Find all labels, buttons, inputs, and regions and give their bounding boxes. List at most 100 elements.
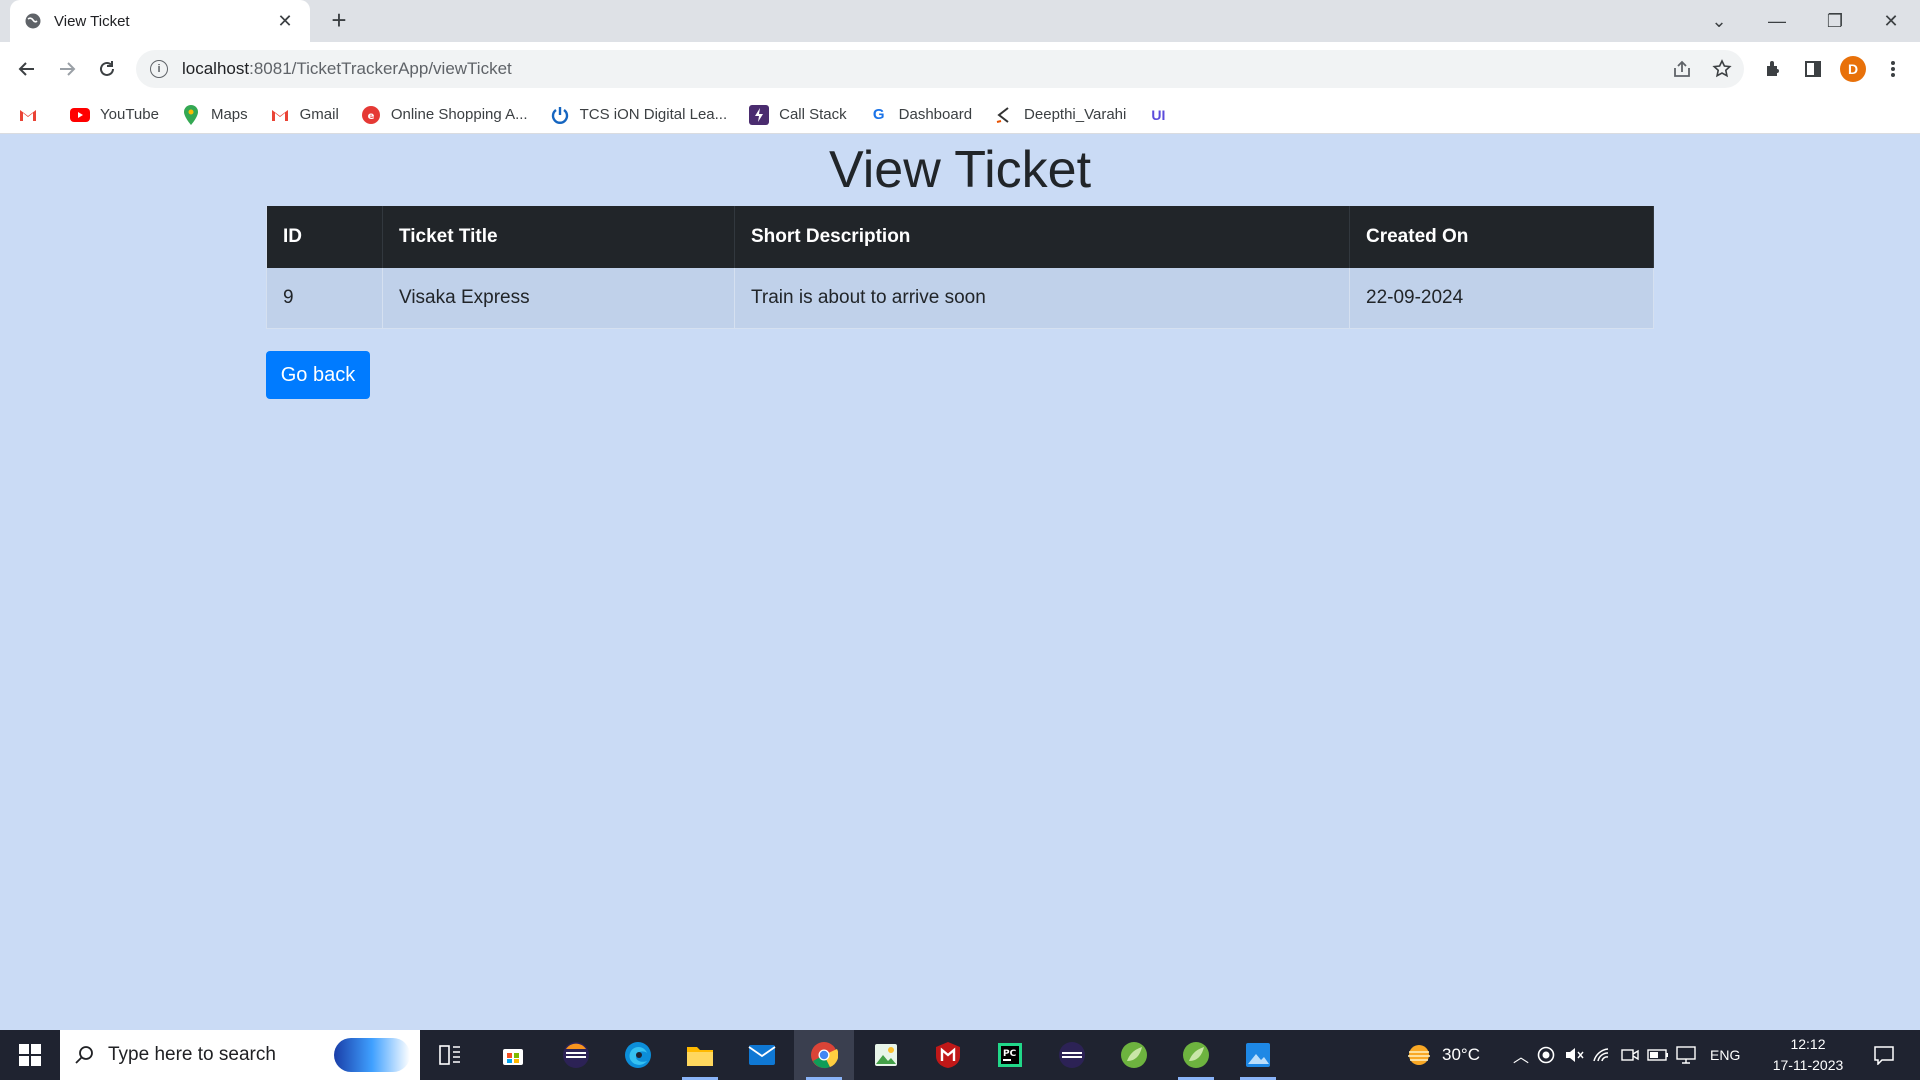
weather-temperature: 30°C [1442,1045,1480,1064]
notifications-icon[interactable] [1864,1030,1904,1080]
restore-button[interactable]: ❐ [1806,0,1864,42]
bookmark-call-stack[interactable]: Call Stack [749,104,847,125]
page-title: View Ticket [828,141,1092,199]
forward-button[interactable] [50,52,84,86]
photos-icon[interactable] [856,1030,916,1080]
ticket-table: ID Ticket Title Short Description Create… [266,206,1654,329]
tab-title: View Ticket [54,12,130,30]
cell-ticket-title: Visaka Express [382,268,735,329]
bookmark-maps[interactable]: Maps [181,104,248,125]
profile-button[interactable]: D [1836,52,1870,86]
cell-short-description: Train is about to arrive soon [734,268,1350,329]
bookmark-deepthi-varahi[interactable]: Deepthi_Varahi [994,105,1126,125]
reload-icon [100,61,114,76]
bookmark-youtube[interactable]: YouTube [70,105,159,125]
image-viewer-icon[interactable] [1228,1030,1288,1080]
chevron-up-icon[interactable]: ︿ [1510,1043,1532,1067]
tab-close-icon[interactable]: ✕ [274,11,296,32]
spring-tool-icon[interactable] [1104,1030,1164,1080]
taskbar-search[interactable]: Type here to search [60,1030,420,1080]
side-panel-icon[interactable] [1796,52,1830,86]
task-view-icon[interactable] [420,1030,480,1080]
bookmark-tcs-ion[interactable]: TCS iON Digital Lea... [550,105,727,125]
url-host: localhost [182,59,250,78]
tab-search-icon[interactable]: ⌄ [1690,0,1748,42]
pycharm-icon[interactable]: PC [980,1030,1040,1080]
spring-tool-2-icon[interactable] [1166,1030,1226,1080]
svg-text:PC: PC [1003,1049,1017,1059]
address-bar[interactable]: i localhost:8081/TicketTrackerApp/viewTi… [136,50,1744,88]
eclipse-icon[interactable] [546,1030,606,1080]
display-icon[interactable] [1672,1046,1700,1064]
bookmark-gmail[interactable]: Gmail [270,105,339,125]
site-info-icon[interactable]: i [150,60,168,78]
reload-button[interactable] [90,52,124,86]
callstack-icon [749,104,770,125]
bookmark-label: Online Shopping A... [390,106,528,123]
edge-icon[interactable] [608,1030,668,1080]
search-highlight-image [334,1038,410,1072]
column-header-id: ID [266,206,383,268]
search-icon [75,1046,93,1064]
forward-arrow-icon [60,62,76,76]
weather-sun-icon [1408,1045,1430,1065]
chrome-icon[interactable] [794,1030,854,1080]
new-tab-button[interactable]: + [324,6,354,36]
start-button[interactable] [0,1030,60,1080]
bookmark-dashboard[interactable]: G Dashboard [869,105,972,125]
ui-icon: UI [1151,106,1166,123]
battery-icon[interactable] [1644,1049,1672,1061]
pen-icon [994,105,1014,125]
bookmark-label: Gmail [299,106,339,123]
windows-logo-icon [19,1044,41,1066]
meet-now-icon[interactable] [1616,1047,1644,1063]
close-window-button[interactable]: ✕ [1862,0,1920,42]
language-indicator[interactable]: ENG [1710,1047,1740,1063]
globe-icon [24,12,42,30]
share-icon[interactable] [1664,50,1700,88]
bookmark-label: Dashboard [898,106,973,123]
mcafee-icon[interactable] [918,1030,978,1080]
svg-text:e: e [367,111,374,122]
file-explorer-icon[interactable] [670,1030,730,1080]
bookmark-gmail-shortcut[interactable] [18,105,48,125]
column-header-created-on: Created On [1349,206,1654,268]
speaker-muted-icon[interactable] [1560,1047,1588,1063]
cell-created-on: 22-09-2024 [1349,268,1654,329]
page-content: View Ticket ID Ticket Title Short Descri… [0,135,1920,1030]
shopping-icon: e [361,105,381,125]
bookmark-label: Call Stack [779,106,847,123]
eclipse-2-icon[interactable] [1042,1030,1102,1080]
power-icon [550,105,570,125]
record-icon[interactable] [1532,1046,1560,1064]
bookmark-label: Maps [210,106,248,123]
clock-time: 12:12 [1790,1036,1826,1052]
wifi-icon[interactable] [1588,1047,1616,1063]
clock-date: 17-11-2023 [1772,1057,1844,1073]
back-button[interactable] [10,52,44,86]
system-clock[interactable]: 12:12 17-11-2023 [1766,1034,1850,1076]
search-placeholder: Type here to search [108,1044,276,1065]
g-icon: G [872,106,885,123]
column-header-short-description: Short Description [734,206,1350,268]
go-back-button[interactable]: Go back [266,351,370,399]
maps-icon [181,104,201,125]
mail-icon[interactable] [732,1030,792,1080]
bookmark-online-shopping[interactable]: e Online Shopping A... [361,105,528,125]
bookmarks-bar: YouTube Maps Gmail e Online Shopping A..… [0,96,1920,134]
store-icon[interactable] [483,1030,543,1080]
bookmark-ui[interactable]: UI [1148,105,1178,125]
back-arrow-icon [18,62,34,76]
youtube-icon [70,105,90,125]
cell-id: 9 [266,268,383,329]
windows-taskbar: Type here to search PC 30°C ︿ ENG 12:12 … [0,1030,1920,1080]
weather-widget[interactable]: 30°C [1404,1030,1480,1080]
minimize-button[interactable]: — [1748,0,1806,42]
bookmark-star-icon[interactable] [1704,50,1740,88]
menu-kebab-icon[interactable] [1876,52,1910,86]
tab-view-ticket[interactable]: View Ticket ✕ [10,0,310,42]
extensions-icon[interactable] [1756,52,1790,86]
tab-strip: View Ticket ✕ + ⌄ — ❐ ✕ [0,0,1920,42]
gmail-icon [18,105,38,125]
url-text: localhost:8081/TicketTrackerApp/viewTick… [182,59,512,79]
